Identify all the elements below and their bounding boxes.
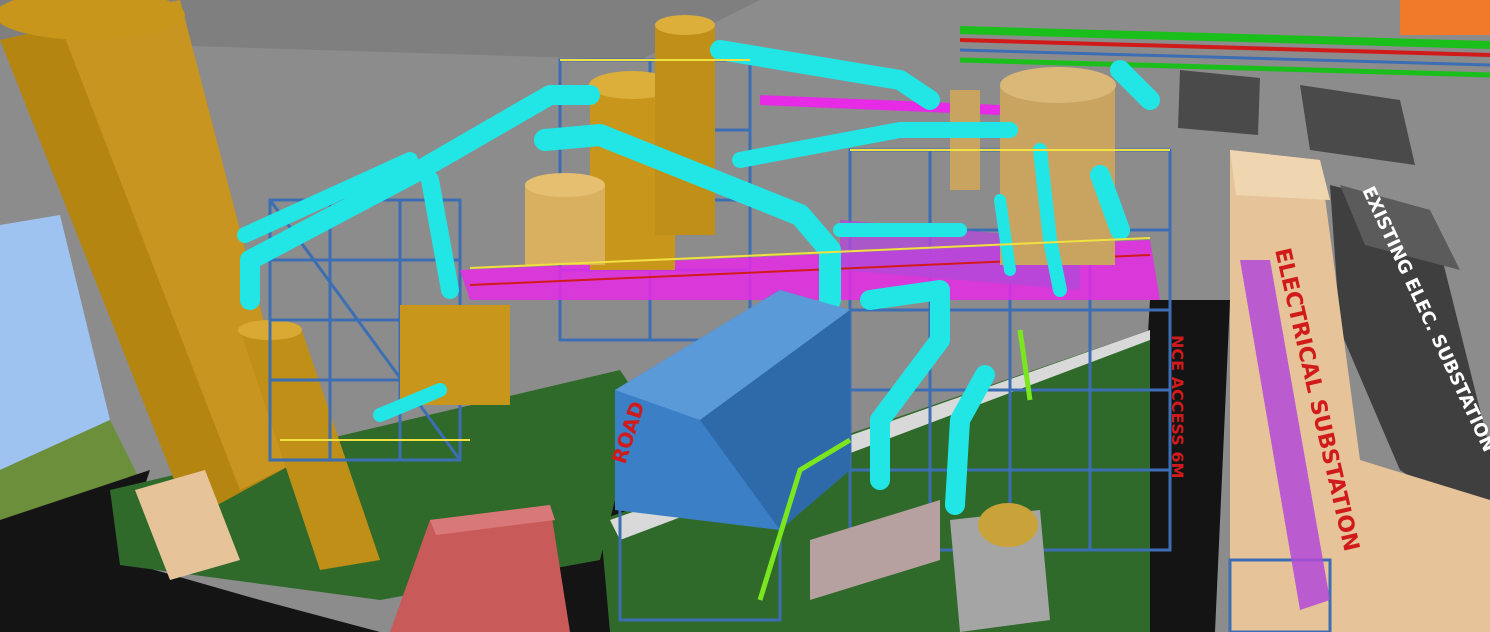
- label-access-road: NCE ACCESS 6M: [1168, 335, 1187, 478]
- orange-structure: [1400, 0, 1490, 35]
- building-small-gray: [1178, 70, 1260, 135]
- plant-model-canvas[interactable]: ELECTRICAL SUBSTATION EXISTING ELEC. SUB…: [0, 0, 1490, 632]
- 3d-model-viewport[interactable]: ELECTRICAL SUBSTATION EXISTING ELEC. SUB…: [0, 0, 1490, 632]
